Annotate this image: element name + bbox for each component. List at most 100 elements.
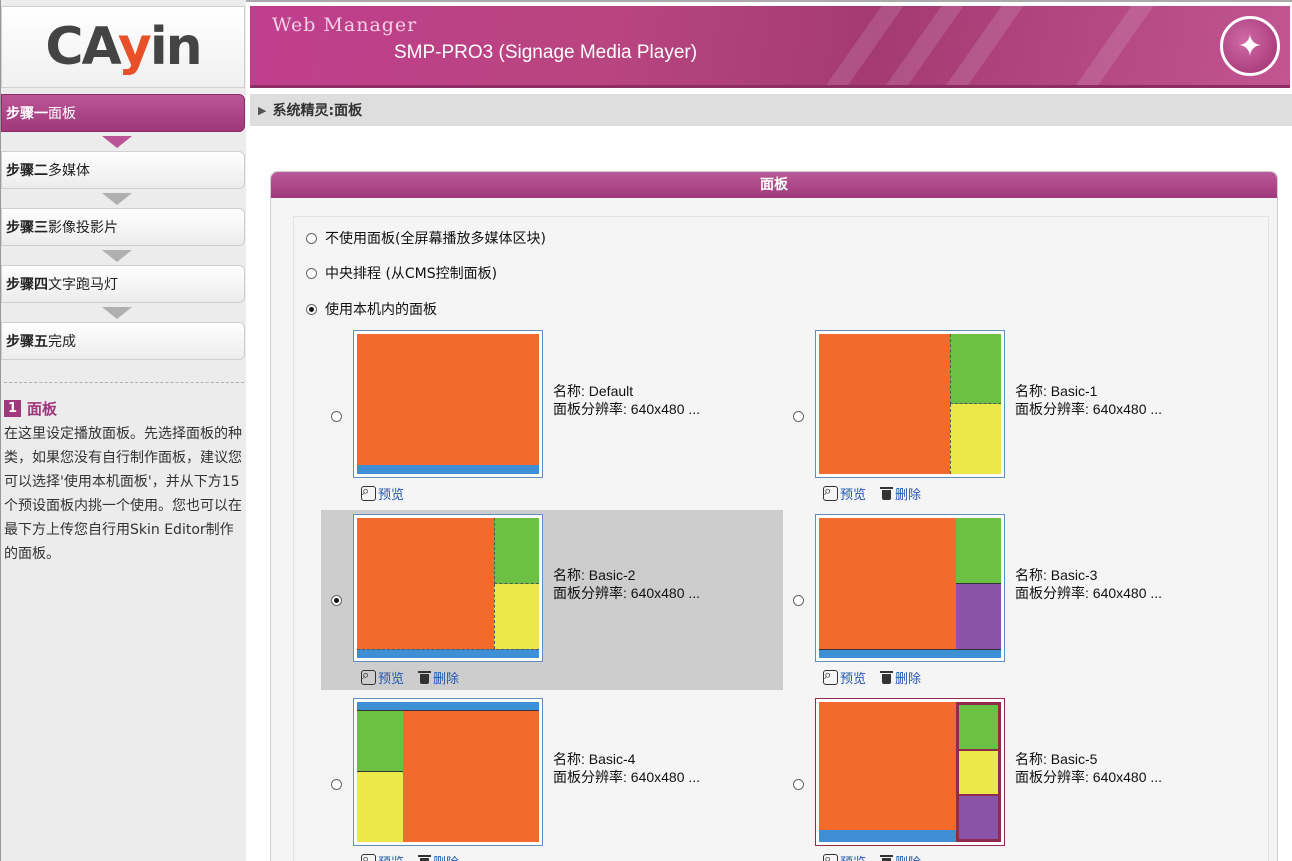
step-prefix: 步骤一 [6, 106, 48, 122]
skin-resolution: 640x480 ... [1092, 769, 1163, 785]
radio-local-skin[interactable] [306, 303, 317, 315]
zone-a [493, 518, 539, 584]
preview-link[interactable]: 预览 [361, 484, 404, 503]
trash-icon [880, 854, 894, 861]
skin-resolution: 640x480 ... [1092, 401, 1163, 417]
help-text: 在这里设定播放面板。先选择面板的种类，如果您没有自行制作面板，建议您可以选择'使… [4, 426, 242, 562]
skin-card-basic-2: 名称: Basic-2 面板分辨率: 640x480 ... 预览 删除 [321, 510, 783, 690]
trash-icon [418, 670, 432, 685]
step-arrow-icon [102, 250, 132, 262]
step-label: 文字跑马灯 [48, 277, 118, 293]
skin-radio[interactable] [331, 779, 342, 790]
logo-text: CAyin [45, 17, 202, 77]
skin-resolution: 640x480 ... [1092, 585, 1163, 601]
preview-link[interactable]: 预览 [823, 668, 866, 687]
preview-link[interactable]: 预览 [361, 668, 404, 687]
step-2[interactable]: 步骤二 多媒体 [1, 151, 245, 189]
skin-radio[interactable] [793, 411, 804, 422]
skin-radio[interactable] [331, 595, 342, 606]
zone-b [958, 751, 998, 795]
magnifier-icon [823, 852, 838, 861]
skin-name: Basic-3 [1050, 567, 1098, 583]
step-prefix: 步骤四 [6, 277, 48, 293]
step-label: 影像投影片 [48, 220, 118, 236]
skin-thumbnail[interactable] [815, 514, 1005, 662]
preview-link[interactable]: 预览 [361, 852, 404, 861]
zone-a [955, 518, 1001, 584]
skin-thumbnail[interactable] [353, 330, 543, 478]
option-local-skin[interactable]: 使用本机内的面板 [306, 299, 437, 319]
option-label: 使用本机内的面板 [325, 302, 437, 318]
skin-card-basic-1: 名称: Basic-1 面板分辨率: 640x480 ... 预览 删除 [783, 326, 1245, 506]
skin-name: Default [588, 383, 634, 399]
skin-radio[interactable] [793, 779, 804, 790]
ticker-zone [357, 649, 539, 658]
step-label: 完成 [48, 334, 76, 350]
step-3[interactable]: 步骤三 影像投影片 [1, 208, 245, 246]
zone-a [958, 705, 998, 750]
skin-radio[interactable] [331, 411, 342, 422]
zone-c [958, 796, 998, 839]
ticker-zone [357, 465, 539, 474]
step-5[interactable]: 步骤五 完成 [1, 322, 245, 360]
device-model: SMP-PRO3 (Signage Media Player) [394, 42, 698, 63]
trash-icon [880, 670, 894, 685]
step-label: 面板 [48, 106, 76, 122]
skin-name: Basic-5 [1050, 751, 1098, 767]
zone-b [950, 404, 1001, 474]
side-column [955, 702, 1001, 842]
skin-thumbnail[interactable] [353, 698, 543, 846]
app-name: Web Manager [272, 14, 418, 36]
step-prefix: 步骤三 [6, 220, 48, 236]
delete-link[interactable]: 删除 [418, 668, 459, 687]
triangle-right-icon: ▶ [258, 103, 267, 117]
option-no-skin[interactable]: 不使用面板(全屏幕播放多媒体区块) [306, 228, 546, 248]
skin-info: 名称: Default 面板分辨率: 640x480 ... [553, 383, 701, 417]
step-1[interactable]: 步骤一 面板 [1, 94, 245, 132]
step-prefix: 步骤五 [6, 334, 48, 350]
skin-thumbnail[interactable] [353, 514, 543, 662]
delete-link[interactable]: 删除 [880, 484, 921, 503]
radio-no-skin[interactable] [306, 232, 317, 244]
magnifier-icon [823, 668, 838, 685]
skin-info: 名称: Basic-5 面板分辨率: 640x480 ... [1015, 751, 1163, 785]
delete-link[interactable]: 删除 [880, 852, 921, 861]
breadcrumb: ▶ 系统精灵:面板 [250, 94, 1292, 126]
preview-link[interactable]: 预览 [823, 852, 866, 861]
step-arrow-icon [102, 307, 132, 319]
help-title: 1 面板 [4, 398, 57, 419]
step-arrow-icon [102, 193, 132, 205]
preview-link[interactable]: 预览 [823, 484, 866, 503]
step-arrow-icon [102, 136, 132, 148]
skin-card-basic-5: 名称: Basic-5 面板分辨率: 640x480 ... 预览 删除 [783, 694, 1245, 861]
logo[interactable]: CAyin [1, 6, 245, 88]
skin-info: 名称: Basic-3 面板分辨率: 640x480 ... [1015, 567, 1163, 601]
delete-link[interactable]: 删除 [880, 668, 921, 687]
skin-thumbnail[interactable] [815, 330, 1005, 478]
option-central-schedule[interactable]: 中央排程 (从CMS控制面板) [306, 263, 497, 283]
skin-info: 名称: Basic-1 面板分辨率: 640x480 ... [1015, 383, 1163, 417]
option-label: 中央排程 (从CMS控制面板) [325, 266, 498, 282]
magnifier-icon [361, 852, 376, 861]
step-4[interactable]: 步骤四 文字跑马灯 [1, 265, 245, 303]
ticker-zone [357, 702, 539, 711]
skin-card-basic-4: 名称: Basic-4 面板分辨率: 640x480 ... 预览 删除 [321, 694, 783, 861]
delete-link[interactable]: 删除 [418, 852, 459, 861]
help-number: 1 [4, 400, 22, 417]
divider [4, 382, 244, 383]
star-burst-icon[interactable]: ✦ [1220, 16, 1280, 76]
zone-b [357, 772, 403, 842]
radio-central-schedule[interactable] [306, 267, 317, 279]
skin-card-basic-3: 名称: Basic-3 面板分辨率: 640x480 ... 预览 删除 [783, 510, 1245, 690]
skin-thumbnail[interactable] [815, 698, 1005, 846]
skin-radio[interactable] [793, 595, 804, 606]
skin-info: 名称: Basic-2 面板分辨率: 640x480 ... [553, 567, 701, 601]
zone-b [493, 583, 539, 649]
magnifier-icon [823, 484, 838, 501]
zone-c [955, 583, 1001, 649]
skin-name: Basic-2 [588, 567, 636, 583]
skin-card-default: 名称: Default 面板分辨率: 640x480 ... 预览 [321, 326, 783, 506]
step-label: 多媒体 [48, 163, 90, 179]
step-prefix: 步骤二 [6, 163, 48, 179]
zone-a [950, 334, 1001, 404]
